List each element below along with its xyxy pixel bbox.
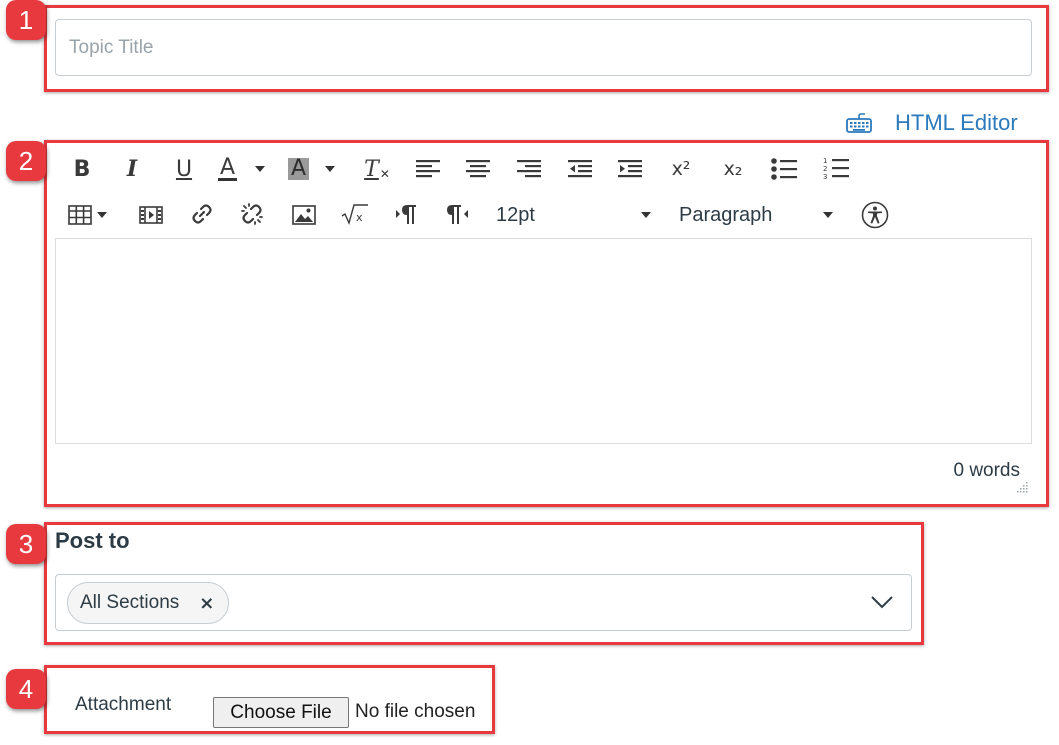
bold-button[interactable]: B [68, 154, 96, 184]
choose-file-button[interactable]: Choose File [213, 697, 349, 728]
underline-button[interactable]: U [170, 154, 198, 184]
callout-number-1: 1 [6, 0, 46, 40]
rich-content-editor-body[interactable] [55, 238, 1032, 444]
font-size-dropdown[interactable]: 12pt [496, 201, 656, 229]
subscript-glyph: x₂ [723, 158, 743, 180]
align-left-button[interactable] [414, 155, 442, 183]
chevron-down-icon [823, 212, 833, 218]
section-tag-label: All Sections [80, 592, 180, 613]
file-status-text: No file chosen [355, 701, 476, 722]
topic-title-input[interactable] [55, 19, 1032, 76]
font-size-value: 12pt [496, 203, 535, 226]
bullet-list-icon [771, 158, 797, 180]
chevron-down-icon [255, 166, 266, 172]
numbered-list-icon: 123 [823, 157, 849, 181]
align-center-icon [466, 160, 490, 178]
film-icon [139, 206, 163, 224]
paragraph-format-dropdown[interactable]: Paragraph [679, 201, 837, 229]
table-button[interactable] [68, 201, 114, 229]
remove-link-button[interactable] [238, 200, 266, 228]
link-icon [192, 204, 212, 224]
image-icon [292, 205, 316, 225]
font-color-glyph: A [218, 154, 238, 181]
insert-math-button[interactable]: x [340, 200, 370, 228]
align-right-icon [517, 160, 541, 178]
callout-number-4: 4 [6, 669, 46, 709]
attachment-label: Attachment [75, 694, 172, 715]
superscript-button[interactable]: x² [666, 154, 696, 184]
post-to-sections-select[interactable]: All Sections × [55, 574, 912, 631]
align-left-icon [416, 160, 440, 178]
clear-formatting-glyph: T [364, 156, 379, 182]
svg-text:1: 1 [823, 157, 827, 165]
chevron-down-icon [325, 166, 336, 172]
chevron-down-icon [871, 595, 893, 614]
bullet-list-button[interactable] [770, 155, 798, 183]
clear-formatting-button[interactable]: T ✕ [362, 154, 392, 184]
post-to-label: Post to [55, 528, 130, 553]
callout-number-3: 3 [6, 524, 46, 564]
remove-tag-close-icon[interactable]: × [199, 593, 214, 614]
underline-glyph: U [175, 156, 193, 182]
svg-text:3: 3 [823, 173, 827, 181]
background-color-button[interactable]: A [288, 154, 346, 184]
rtl-paragraph-icon [447, 205, 468, 224]
accessibility-icon [861, 201, 889, 229]
ltr-paragraph-icon [396, 205, 416, 224]
html-editor-toggle[interactable]: HTML Editor [845, 108, 1018, 138]
keyboard-icon [845, 112, 873, 134]
word-count: 0 words [953, 460, 1020, 481]
callout-number-2: 2 [6, 141, 46, 181]
insert-link-button[interactable] [188, 200, 216, 228]
html-editor-label: HTML Editor [895, 110, 1018, 135]
unlink-icon [241, 203, 263, 225]
outdent-button[interactable] [566, 155, 594, 183]
chevron-down-icon [97, 212, 107, 218]
table-icon [68, 205, 92, 225]
ltr-direction-button[interactable] [392, 200, 420, 228]
section-tag: All Sections × [67, 582, 230, 624]
media-button[interactable] [137, 201, 165, 229]
align-center-button[interactable] [464, 155, 492, 183]
font-color-button[interactable]: A [218, 154, 276, 184]
numbered-list-button[interactable]: 123 [822, 155, 850, 183]
svg-text:2: 2 [823, 165, 827, 173]
resize-handle-icon[interactable] [1014, 481, 1028, 493]
italic-button[interactable]: I [118, 154, 146, 184]
align-right-button[interactable] [515, 155, 543, 183]
outdent-icon [568, 160, 592, 178]
paragraph-format-value: Paragraph [679, 203, 773, 226]
math-equation-icon: x [341, 204, 368, 225]
chevron-down-icon [641, 212, 651, 218]
insert-image-button[interactable] [290, 201, 318, 229]
bold-glyph: B [73, 156, 91, 182]
superscript-glyph: x² [671, 158, 691, 180]
italic-glyph: I [126, 156, 138, 182]
rtl-direction-button[interactable] [443, 200, 471, 228]
clear-x-icon: ✕ [379, 167, 390, 181]
indent-icon [618, 160, 642, 178]
accessibility-checker-button[interactable] [861, 201, 889, 229]
background-color-glyph: A [288, 158, 310, 180]
indent-button[interactable] [616, 155, 644, 183]
svg-text:x: x [356, 211, 363, 224]
subscript-button[interactable]: x₂ [718, 154, 748, 184]
